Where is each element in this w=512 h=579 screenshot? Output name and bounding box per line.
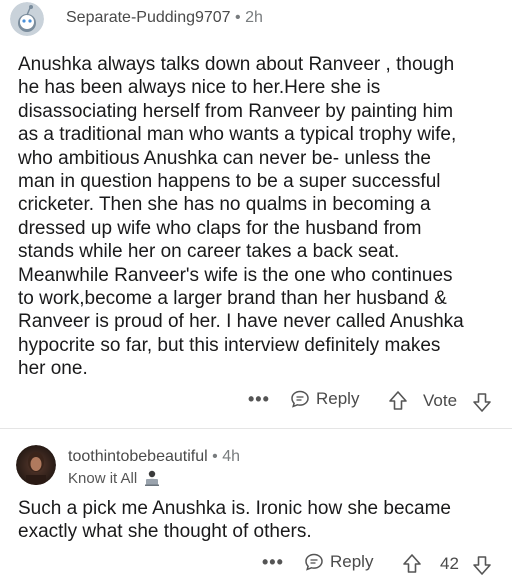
flair-text: Know it All: [68, 469, 138, 487]
reply-button[interactable]: Reply: [304, 552, 373, 572]
reply-button[interactable]: Reply: [290, 389, 359, 409]
vote-label: Vote: [423, 391, 458, 410]
speech-bubble-icon: [305, 553, 323, 571]
reply-label: Reply: [316, 389, 360, 408]
meta-separator: •: [212, 448, 218, 465]
comment-body: Such a pick me Anushka is. Ironic how sh…: [18, 498, 452, 543]
username-link[interactable]: Separate-Pudding9707: [66, 9, 231, 26]
comment-meta: toothintobebeautiful • 4h: [68, 448, 240, 466]
meta-separator: •: [235, 9, 241, 26]
more-options-button[interactable]: •••: [262, 552, 284, 573]
vote-count: 42: [440, 554, 459, 573]
avatar[interactable]: [16, 445, 56, 485]
divider: [0, 428, 512, 429]
arrow-down-icon[interactable]: [472, 391, 492, 413]
reply-label: Reply: [330, 552, 374, 571]
comment-actions: ••• Reply Vote: [0, 389, 512, 415]
more-options-button[interactable]: •••: [248, 389, 270, 410]
snoo-avatar-icon: [10, 2, 44, 36]
username-link[interactable]: toothintobebeautiful: [68, 448, 208, 465]
timestamp: 4h: [222, 448, 240, 465]
avatar[interactable]: [10, 2, 44, 36]
arrow-up-icon[interactable]: [388, 390, 408, 412]
arrow-down-icon[interactable]: [472, 554, 492, 576]
speech-bubble-icon: [291, 390, 309, 408]
person-at-laptop-icon: [145, 470, 160, 486]
user-flair: Know it All: [68, 469, 161, 487]
profile-photo: [16, 445, 56, 485]
comment-actions: ••• Reply 42: [0, 552, 512, 578]
comment-body: Anushka always talks down about Ranveer …: [18, 54, 464, 380]
timestamp: 2h: [245, 9, 263, 26]
arrow-up-icon[interactable]: [402, 553, 422, 575]
comment-meta: Separate-Pudding9707 • 2h: [66, 9, 263, 27]
